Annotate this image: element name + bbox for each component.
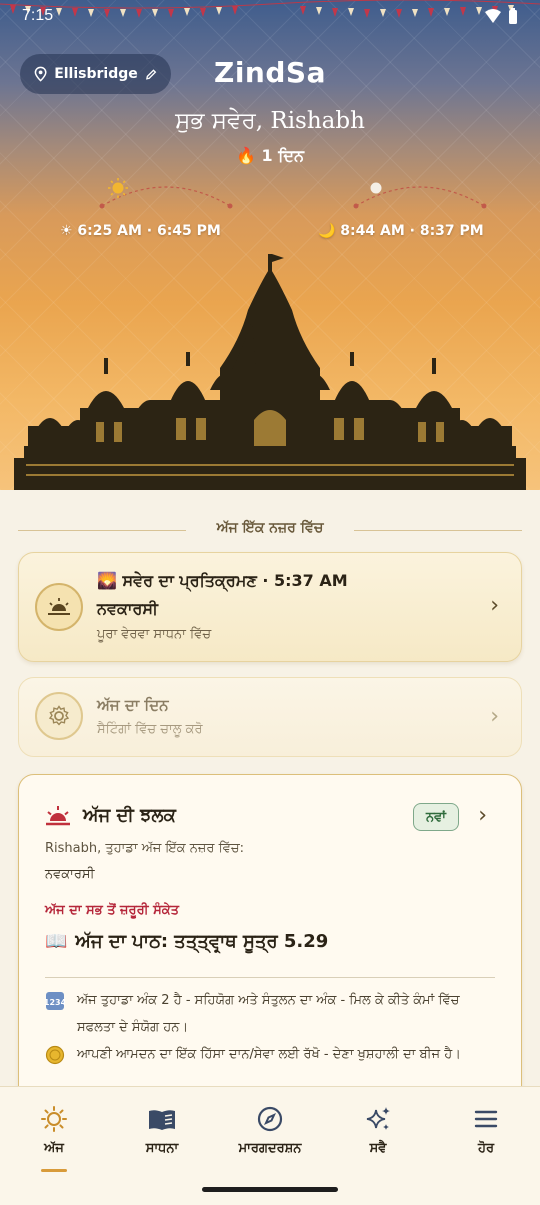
open-book-icon: 📖 [45,931,68,952]
pratikraman-card[interactable]: 🌄 ਸਵੇਰ ਦਾ ਪ੍ਰਤਿਕ੍ਰਮਣ · 5:37 AM ਨਵਕਾਰਸੀ ਪ… [18,552,522,662]
nav-label-self: ਸਵੈ [369,1141,387,1156]
bottom-navigation: ਅੱਜ ਸਾਧਨਾ ਮਾਰਗਦਰਸ਼ਨ ਸਵੈ ਹੋਰ [0,1086,540,1176]
nav-label-sadhana: ਸਾਧਨਾ [145,1141,179,1156]
temple-illustration [14,254,526,490]
sunrise-sunset-times: ☀ 6:25 AM · 6:45 PM [60,223,221,239]
section-heading: ਅੱਜ ਇੱਕ ਨਜ਼ਰ ਵਿੱਚ [216,520,324,536]
moonrise-moonset-times: 🌙 8:44 AM · 8:37 PM [318,223,484,239]
pratikraman-note: ਪੂਰਾ ਵੇਰਵਾ ਸਾਧਨਾ ਵਿੱਚ [97,627,212,642]
numerology-tip: 1234 ਅੱਜ ਤੁਹਾਡਾ ਅੰਕ 2 ਹੈ - ਸਹਿਯੋਗ ਅਤੇ ਸੰ… [44,987,500,1041]
daily-glimpse-card[interactable]: ਅੱਜ ਦੀ ਝਲਕ ਨਵਾਂ › Rishabh, ਤੁਹਾਡਾ ਅੱਜ ਇੱ… [18,774,522,1086]
pratikraman-title: 🌄 ਸਵੇਰ ਦਾ ਪ੍ਰਤਿਕ੍ਰਮਣ · 5:37 AM [97,571,348,590]
hero-header: 7:15 Ellisbridge ZindSa ਸੁਭ ਸਵੇਰ, Rishab… [0,0,540,490]
nav-item-sadhana[interactable]: ਸਾਧਨਾ [108,1087,216,1176]
divider [45,977,495,978]
gear-icon [48,705,70,726]
sun-icon [108,178,128,198]
book-icon [149,1110,175,1130]
home-gesture-handle[interactable] [202,1187,338,1192]
compass-icon [257,1106,283,1132]
home-content[interactable]: ਅੱਜ ਇੱਕ ਨਜ਼ਰ ਵਿੱਚ 🌄 ਸਵੇਰ ਦਾ ਪ੍ਰਤਿਕ੍ਰਮਣ ·… [0,490,540,1086]
divider [354,530,522,531]
nav-label-today: ਅੱਜ [44,1141,64,1156]
greeting-text: ਸੁਭ ਸਵੇਰ, Rishabh [175,108,365,134]
battery-icon [509,8,517,24]
app-title: ZindSa [214,56,326,89]
pratikraman-subtitle: ਨਵਕਾਰਸੀ [97,599,158,618]
moon-arc [353,182,487,209]
status-bar: 7:15 [0,0,540,32]
nav-item-more[interactable]: ਹੋਰ [432,1087,540,1176]
wifi-icon [485,9,501,23]
day-card-title: ਅੱਜ ਦਾ ਦਿਨ [97,696,169,714]
reading-text: ਅੱਜ ਦਾ ਪਾਠ: ਤਤ੍ਤ੍ਵਾਰ੍ਥ ਸੂਤ੍ਰ 5.29 [75,931,329,952]
chevron-right-icon[interactable]: › [478,803,487,828]
nav-label-more: ਹੋਰ [477,1141,495,1156]
streak-counter: 🔥 1 ਦਿਨ [0,146,540,166]
menu-icon [474,1110,498,1128]
glimpse-subtitle: ਨਵਕਾਰਸੀ [45,867,95,882]
status-time: 7:15 [22,7,54,24]
numerology-text: ਅੱਜ ਤੁਹਾਡਾ ਅੰਕ 2 ਹੈ - ਸਹਿਯੋਗ ਅਤੇ ਸੰਤੁਲਨ … [77,993,460,1035]
nav-item-guidance[interactable]: ਮਾਰਗਦਰਸ਼ਨ [216,1087,324,1176]
chevron-right-icon: › [490,704,499,729]
fire-icon: 🔥 [236,146,256,165]
sunrise-icon-badge [35,583,83,631]
numbers-icon: 1234 [44,991,67,1041]
sun-arc [99,178,233,209]
svg-text:1234: 1234 [45,998,65,1007]
nav-label-guidance: ਮਾਰਗਦਰਸ਼ਨ [238,1141,302,1156]
coin-icon [45,1045,67,1075]
streak-label: 1 ਦਿਨ [261,146,304,165]
charity-text: ਆਪਣੀ ਆਮਦਨ ਦਾ ਇੱਕ ਹਿੱਸਾ ਦਾਨ/ਸੇਵਾ ਲਈ ਰੱਖੋ … [77,1047,461,1062]
sparkle-icon [366,1107,390,1130]
moon-icon [370,182,382,194]
glimpse-intro: Rishabh, ਤੁਹਾਡਾ ਅੱਜ ਇੱਕ ਨਜ਼ਰ ਵਿੱਚ: [45,841,245,856]
active-indicator [41,1169,67,1172]
glimpse-title: ਅੱਜ ਦੀ ਝਲਕ [83,805,176,826]
todays-reading: 📖 ਅੱਜ ਦਾ ਪਾਠ: ਤਤ੍ਤ੍ਵਾਰ੍ਥ ਸੂਤ੍ਰ 5.29 [45,931,328,952]
important-signal-label: ਅੱਜ ਦਾ ਸਭ ਤੋਂ ਜ਼ਰੂਰੀ ਸੰਕੇਤ [45,903,179,918]
day-card[interactable]: ਅੱਜ ਦਾ ਦਿਨ ਸੈਟਿੰਗਾਂ ਵਿੱਚ ਚਾਲੂ ਕਰੋ › [18,677,522,757]
sun-icon [41,1106,67,1132]
charity-tip: ਆਪਣੀ ਆਮਦਨ ਦਾ ਇੱਕ ਹਿੱਸਾ ਦਾਨ/ਸੇਵਾ ਲਈ ਰੱਖੋ … [45,1041,500,1075]
nav-item-self[interactable]: ਸਵੈ [324,1087,432,1176]
settings-icon-badge [35,692,83,740]
nav-item-today[interactable]: ਅੱਜ [0,1087,108,1176]
sunrise-icon [46,806,70,826]
sunrise-icon [48,598,70,615]
day-card-note: ਸੈਟਿੰਗਾਂ ਵਿੱਚ ਚਾਲੂ ਕਰੋ [97,722,203,737]
new-badge: ਨਵਾਂ [413,803,459,831]
chevron-right-icon: › [490,593,499,618]
